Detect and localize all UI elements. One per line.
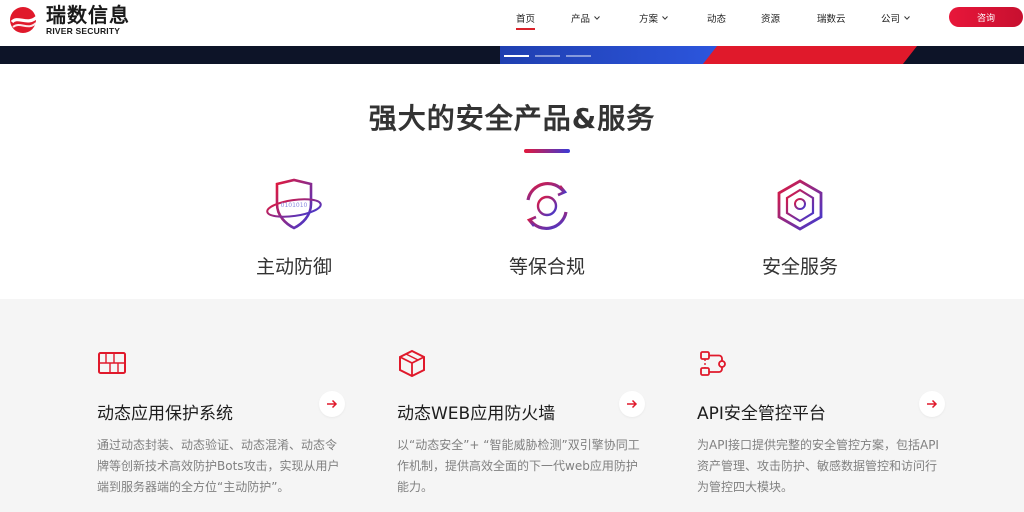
nav-item-label: 公司 xyxy=(881,14,901,25)
card-description: 为API接口提供完整的安全管控方案，包括API资产管理、攻击防护、敏感数据管控和… xyxy=(697,438,939,494)
cube-box-icon xyxy=(399,349,425,378)
card-description: 通过动态封装、动态验证、动态混淆、动态令牌等创新技术高效防护Bots攻击，实现从… xyxy=(97,438,340,494)
site-header: 瑞数信息 RIVER SECURITY 首页 产品 方案 动态 资源 瑞数云 公… xyxy=(0,0,1024,46)
chevron-down-icon xyxy=(594,16,600,20)
section-title: 强大的安全产品&服务 xyxy=(368,102,656,135)
product-card[interactable]: 动态应用保护系统 通过动态封装、动态验证、动态混淆、动态令牌等创新技术高效防护B… xyxy=(97,349,357,494)
nav-item-label: 首页 xyxy=(516,14,536,25)
nav-item-label: 产品 xyxy=(571,14,591,25)
api-flow-icon xyxy=(700,351,726,376)
target-refresh-icon xyxy=(526,181,568,231)
svg-text:0101010: 0101010 xyxy=(281,202,308,209)
card-title[interactable]: API安全管控平台 xyxy=(697,399,826,424)
feature-label: 主动防御 xyxy=(255,256,332,278)
product-cards-section: 动态应用保护系统 通过动态封装、动态验证、动态混淆、动态令牌等创新技术高效防护B… xyxy=(0,299,1024,512)
hexagon-bulb-icon xyxy=(777,179,823,231)
product-card[interactable]: API安全管控平台 为API接口提供完整的安全管控方案，包括API资产管理、攻击… xyxy=(697,349,957,494)
feature-compliance[interactable]: 等保合规 xyxy=(487,178,607,279)
carousel-dot[interactable] xyxy=(535,55,560,57)
nav-item-label: 方案 xyxy=(639,14,659,25)
arrow-right-icon[interactable] xyxy=(319,391,345,417)
banner-graphic-red xyxy=(702,46,918,64)
chevron-down-icon xyxy=(904,16,910,20)
nav-item-solutions[interactable]: 方案 xyxy=(639,11,668,25)
nav-item-label: 资源 xyxy=(761,14,781,25)
main-nav: 首页 产品 方案 动态 资源 瑞数云 公司 咨询 xyxy=(0,0,1024,46)
nav-item-label: 瑞数云 xyxy=(817,14,846,25)
nav-item-company[interactable]: 公司 xyxy=(881,11,910,25)
arrow-right-icon[interactable] xyxy=(619,391,645,417)
card-description: 以“动态安全”+ “智能威胁检测”双引擎协同工作机制，提供高效全面的下一代web… xyxy=(397,438,640,494)
card-title[interactable]: 动态WEB应用防火墙 xyxy=(397,399,555,424)
feature-label: 等保合规 xyxy=(508,256,585,278)
nav-item-news[interactable]: 动态 xyxy=(707,11,726,25)
title-underline xyxy=(524,149,570,153)
card-title[interactable]: 动态应用保护系统 xyxy=(97,399,233,424)
product-card[interactable]: 动态WEB应用防火墙 以“动态安全”+ “智能威胁检测”双引擎协同工作机制，提供… xyxy=(397,349,657,494)
arrow-right-icon[interactable] xyxy=(919,391,945,417)
feature-active-defense[interactable]: 0101010 主动防御 xyxy=(234,178,354,279)
chevron-down-icon xyxy=(662,16,668,20)
nav-item-products[interactable]: 产品 xyxy=(571,11,600,25)
shield-orbit-icon: 0101010 xyxy=(266,178,322,230)
feature-label: 安全服务 xyxy=(761,256,838,278)
nav-item-label: 动态 xyxy=(707,14,727,25)
firewall-icon xyxy=(98,352,126,374)
nav-item-resources[interactable]: 资源 xyxy=(761,11,780,25)
consult-button[interactable]: 咨询 xyxy=(949,7,1023,27)
feature-security-service[interactable]: 安全服务 xyxy=(740,178,860,279)
hero-banner xyxy=(0,46,1024,64)
nav-item-home[interactable]: 首页 xyxy=(516,11,536,30)
nav-item-cloud[interactable]: 瑞数云 xyxy=(817,11,846,25)
carousel-dot[interactable] xyxy=(504,55,529,57)
carousel-dot[interactable] xyxy=(566,55,591,57)
carousel-indicators xyxy=(504,55,591,57)
